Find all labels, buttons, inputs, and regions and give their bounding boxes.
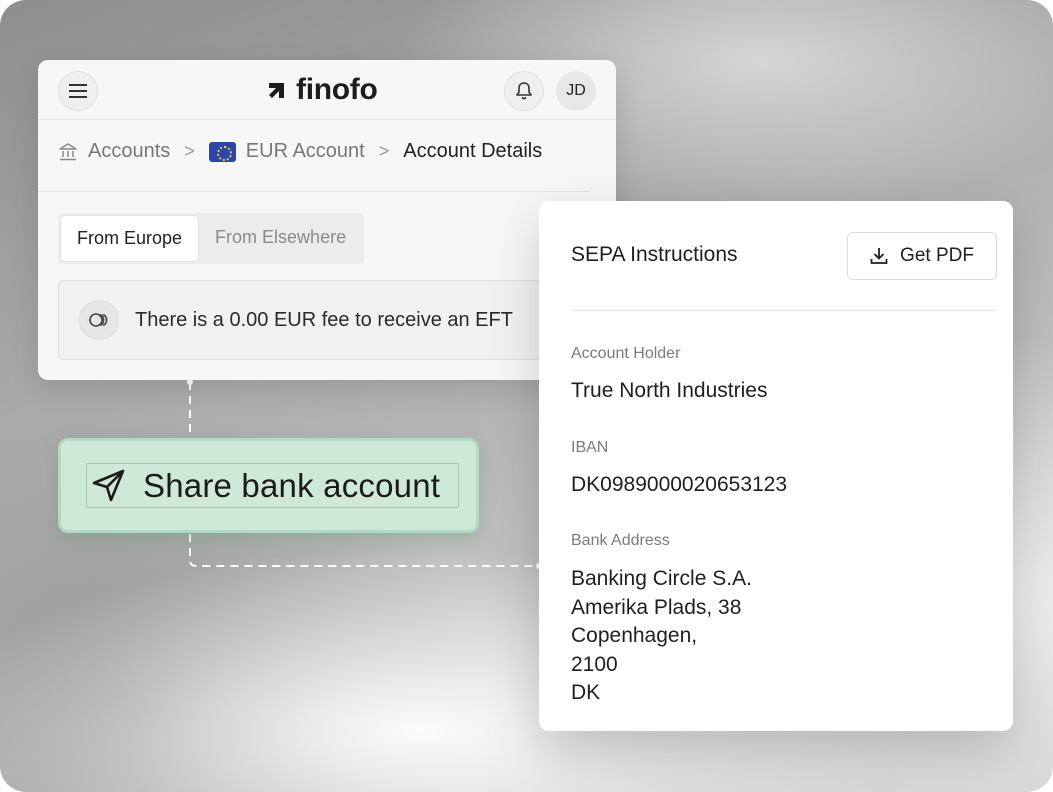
bank-address-label: Bank Address	[571, 532, 670, 549]
sepa-instructions-card: SEPA Instructions Get PDF Account Holder…	[539, 201, 1013, 731]
bank-address-value: Banking Circle S.A. Amerika Plads, 38 Co…	[571, 565, 752, 708]
brand-logo-icon	[269, 83, 284, 98]
divider	[571, 310, 997, 311]
get-pdf-button[interactable]: Get PDF	[847, 232, 997, 280]
sepa-title: SEPA Instructions	[571, 243, 738, 266]
menu-button[interactable]	[58, 71, 98, 111]
iban-value: DK0989000020653123	[571, 473, 788, 496]
background-stage: finofo JD Accounts > EUR Account > Accou…	[0, 0, 1053, 792]
menu-icon	[69, 84, 87, 98]
breadcrumb-label: Accounts	[88, 140, 171, 162]
tab-from-elsewhere[interactable]: From Elsewhere	[199, 215, 362, 262]
brand-logo[interactable]: finofo	[266, 73, 378, 107]
app-card: finofo JD Accounts > EUR Account > Accou…	[38, 60, 616, 380]
region-tabs: From Europe From Elsewhere	[58, 213, 365, 264]
address-line: DK	[571, 681, 601, 704]
address-line: 2100	[571, 652, 618, 676]
notifications-button[interactable]	[504, 71, 544, 111]
breadcrumb-label: Account Details	[403, 140, 543, 162]
tab-from-europe[interactable]: From Europe	[60, 215, 200, 262]
share-bank-account-button[interactable]: Share bank account	[58, 438, 479, 533]
share-button-content: Share bank account	[86, 463, 459, 508]
bank-icon	[59, 142, 77, 160]
breadcrumb: Accounts > EUR Account > Account Details	[58, 140, 542, 163]
brand-name: finofo	[296, 73, 378, 106]
account-holder-value: True North Industries	[571, 379, 768, 402]
send-icon	[92, 469, 125, 501]
address-line: Banking Circle S.A.	[571, 567, 752, 590]
breadcrumb-separator: >	[184, 141, 195, 161]
iban-label: IBAN	[571, 439, 609, 456]
coins-icon	[79, 300, 119, 340]
breadcrumb-separator: >	[378, 141, 390, 161]
fee-notice: There is a 0.00 EUR fee to receive an EF…	[58, 280, 578, 360]
eu-flag-icon	[208, 141, 236, 162]
download-icon	[870, 248, 888, 264]
breadcrumb-accounts[interactable]: Accounts	[58, 140, 170, 163]
divider	[38, 191, 590, 192]
top-bar: finofo JD	[38, 60, 616, 120]
account-holder-label: Account Holder	[571, 345, 681, 362]
breadcrumb-account-details: Account Details	[403, 140, 542, 163]
fee-text: There is a 0.00 EUR fee to receive an EF…	[135, 308, 513, 331]
get-pdf-label: Get PDF	[900, 245, 974, 266]
share-label: Share bank account	[143, 466, 441, 504]
avatar[interactable]: JD	[556, 71, 596, 111]
bell-icon	[516, 82, 532, 100]
breadcrumb-eur-account[interactable]: EUR Account	[208, 140, 365, 163]
address-line: Amerika Plads, 38	[571, 595, 742, 619]
address-line: Copenhagen,	[571, 624, 698, 647]
breadcrumb-label: EUR Account	[245, 140, 365, 162]
